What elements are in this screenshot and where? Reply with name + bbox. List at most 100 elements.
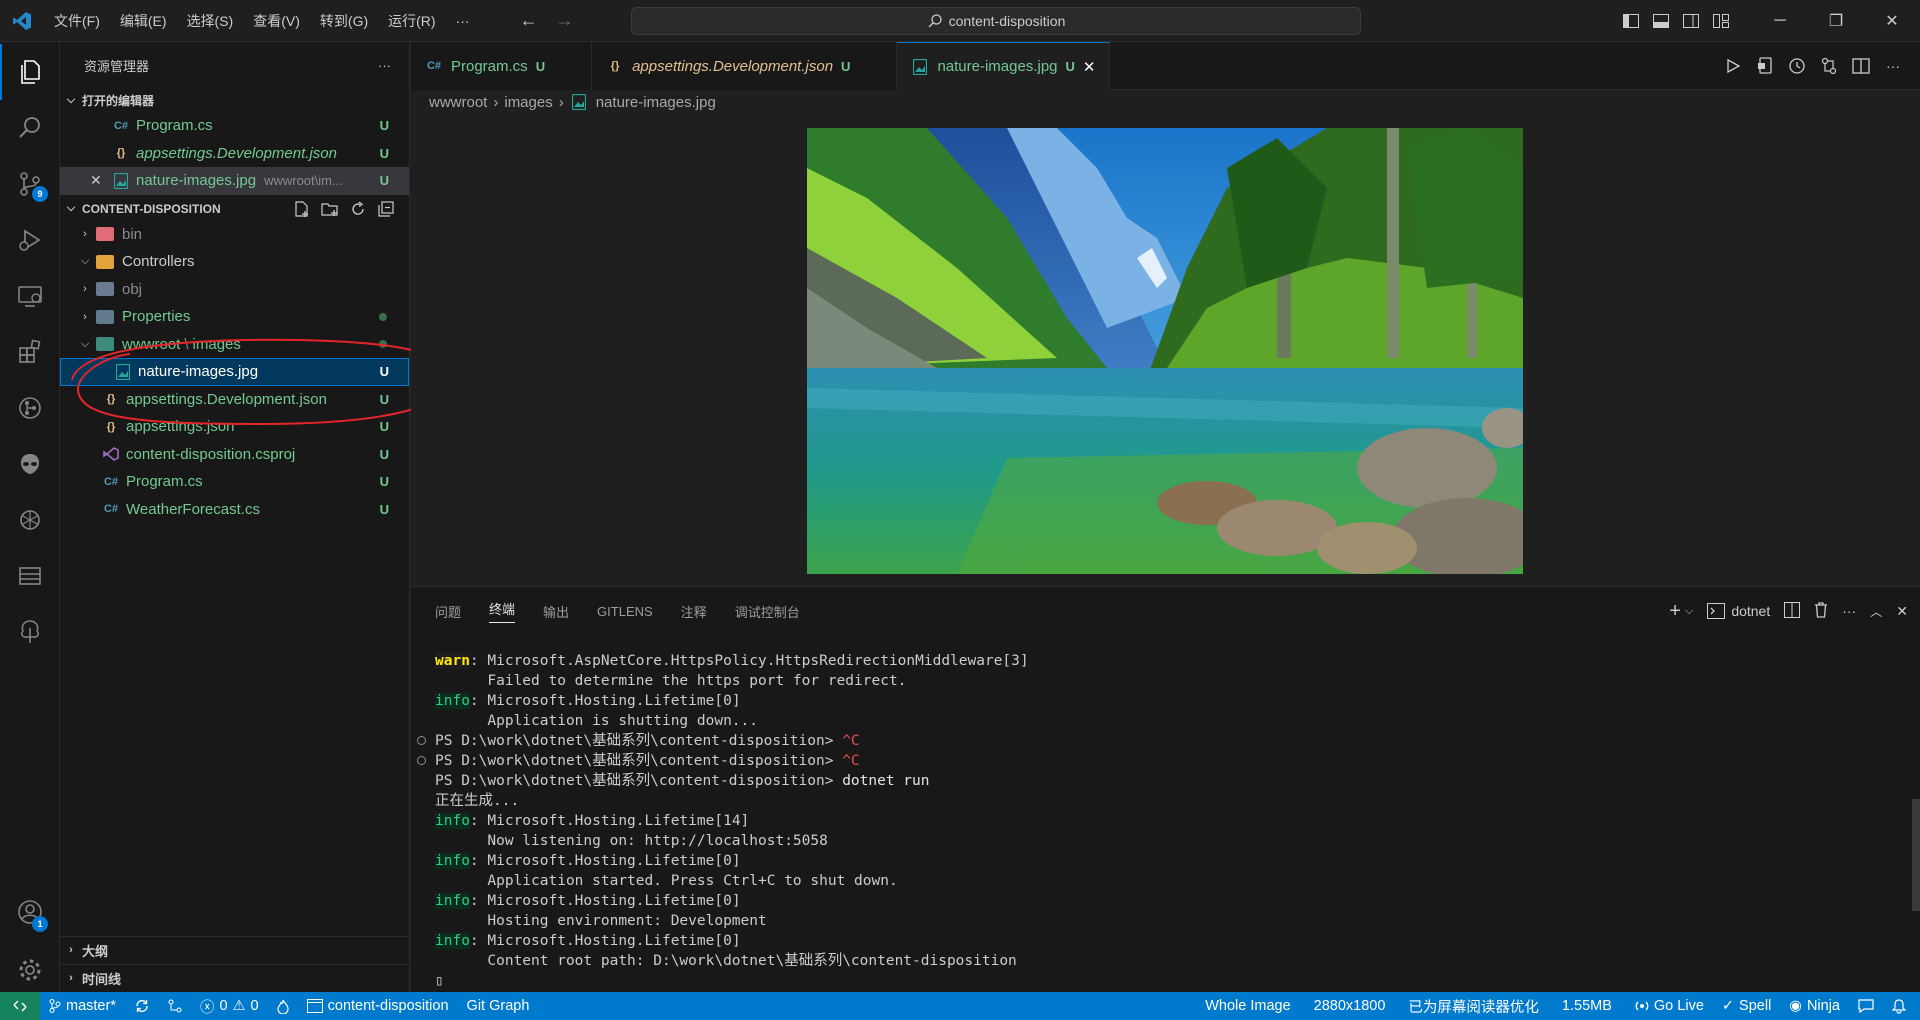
sync-icon[interactable] [125, 992, 159, 1020]
menu-file[interactable]: 文件(F) [44, 0, 110, 42]
run-icon[interactable] [1722, 55, 1744, 77]
compare-changes-icon[interactable] [1818, 55, 1840, 77]
feedback-icon[interactable] [1849, 992, 1883, 1020]
tree-folder-properties[interactable]: › Properties [60, 303, 409, 331]
accounts-icon[interactable]: 1 [0, 884, 60, 940]
tree-folder-obj[interactable]: › obj [60, 276, 409, 304]
toggle-primary-sidebar-icon[interactable] [1616, 0, 1646, 42]
toggle-panel-icon[interactable] [1646, 0, 1676, 42]
ninja-status[interactable]: ◉ Ninja [1780, 992, 1849, 1020]
run-debug-icon[interactable] [0, 212, 60, 268]
remote-explorer-icon[interactable] [0, 268, 60, 324]
minimize-icon[interactable]: ─ [1752, 0, 1808, 42]
open-editor-item[interactable]: {} appsettings.Development.json U [60, 140, 409, 168]
more-actions-icon[interactable]: ··· [378, 58, 391, 73]
tab-appsettings-dev[interactable]: {} appsettings.Development.json U [592, 42, 898, 90]
open-preview-icon[interactable] [1754, 55, 1776, 77]
refresh-icon[interactable] [349, 200, 367, 218]
menu-run[interactable]: 运行(R) [378, 0, 445, 42]
menu-edit[interactable]: 编辑(E) [110, 0, 177, 42]
command-center-search[interactable]: content-disposition [631, 7, 1361, 35]
command-decoration-icon[interactable] [417, 736, 426, 745]
tab-comments[interactable]: 注释 [681, 602, 707, 621]
chevron-down-icon[interactable]: ⌵ [1685, 605, 1693, 618]
forward-arrow-icon[interactable]: → [556, 10, 574, 31]
gitlens-icon[interactable] [0, 380, 60, 436]
breadcrumb-segment[interactable]: images [504, 94, 552, 111]
menu-more[interactable]: ··· [446, 0, 480, 42]
notifications-bell-icon[interactable] [1883, 992, 1920, 1020]
tab-output[interactable]: 输出 [543, 602, 569, 621]
close-panel-icon[interactable]: ✕ [1896, 603, 1908, 620]
command-decoration-icon[interactable] [417, 756, 426, 765]
split-editor-icon[interactable] [1850, 55, 1872, 77]
chevron-right-icon: › [69, 972, 73, 984]
tab-debug-console[interactable]: 调试控制台 [735, 602, 800, 621]
open-editors-header[interactable]: ⌵ 打开的编辑器 [60, 88, 409, 112]
tab-problems[interactable]: 问题 [435, 602, 461, 621]
timeline-section-header[interactable]: › 时间线 [60, 964, 410, 991]
settings-gear-icon[interactable] [0, 942, 60, 998]
open-editor-item-active[interactable]: ✕ nature-images.jpg wwwroot\im... U [60, 167, 409, 195]
remote-indicator-icon[interactable] [0, 992, 40, 1020]
breadcrumb-file[interactable]: nature-images.jpg [596, 94, 716, 111]
nature-image[interactable] [807, 128, 1523, 574]
terminal-scrollbar[interactable] [1912, 799, 1920, 911]
problems-indicator[interactable]: ⓧ 0 ⚠ 0 [191, 992, 268, 1020]
alien-extension-icon[interactable] [0, 436, 60, 492]
tree-folder-bin[interactable]: › bin [60, 221, 409, 249]
tab-terminal[interactable]: 终端 [489, 599, 516, 623]
menu-view[interactable]: 查看(V) [243, 0, 310, 42]
tab-program-cs[interactable]: C# Program.cs U [411, 42, 593, 90]
tree-file-csproj[interactable]: content-disposition.csproj U [60, 441, 409, 469]
close-window-icon[interactable]: ✕ [1864, 0, 1920, 42]
search-view-icon[interactable] [0, 100, 60, 156]
untracked-badge: U [379, 474, 389, 490]
customize-layout-icon[interactable] [1706, 0, 1736, 42]
source-control-icon[interactable]: 9 [0, 156, 60, 212]
collapse-all-icon[interactable] [377, 200, 395, 218]
outline-section-header[interactable]: › 大纲 [60, 936, 410, 963]
workspace-folder[interactable]: content-disposition [298, 992, 458, 1020]
maximize-panel-icon[interactable]: ︿ [1870, 603, 1882, 620]
open-editor-item[interactable]: C# Program.cs U [60, 112, 409, 140]
git-graph-status-icon[interactable] [159, 992, 191, 1020]
new-folder-icon[interactable] [321, 200, 339, 218]
spell-check[interactable]: ✓ Spell [1713, 992, 1780, 1020]
close-editor-icon[interactable]: ✕ [90, 172, 112, 189]
branch-indicator[interactable]: master* [40, 992, 125, 1020]
tree-folder-controllers[interactable]: ⌵ Controllers [60, 248, 409, 276]
tab-gitlens[interactable]: GITLENS [597, 604, 653, 619]
git-graph-button[interactable]: Git Graph [458, 992, 539, 1020]
tab-nature-images[interactable]: nature-images.jpg U ✕ [897, 42, 1111, 90]
flame-icon[interactable] [268, 992, 298, 1020]
menu-go[interactable]: 转到(G) [310, 0, 378, 42]
new-terminal-icon[interactable]: + [1669, 600, 1681, 623]
new-file-icon[interactable] [293, 200, 311, 218]
project-header[interactable]: ⌵ CONTENT-DISPOSITION [60, 197, 409, 221]
screen-reader-mode[interactable]: 已为屏幕阅读器优化 [1399, 992, 1553, 1020]
terminal-instance[interactable]: dotnet [1707, 603, 1770, 619]
maximize-icon[interactable]: ❐ [1808, 0, 1864, 42]
menu-selection[interactable]: 选择(S) [177, 0, 244, 42]
tree-extension-icon[interactable] [0, 604, 60, 660]
extensions-icon[interactable] [0, 324, 60, 380]
ninja-icon: ◉ [1789, 998, 1802, 1014]
timeline-history-icon[interactable] [1786, 55, 1808, 77]
breadcrumb-segment[interactable]: wwwroot [429, 94, 487, 111]
tree-file-weatherforecast[interactable]: C# WeatherForecast.cs U [60, 496, 409, 524]
terminal-output[interactable]: warn: Microsoft.AspNetCore.HttpsPolicy.H… [417, 651, 1029, 991]
tree-file-program[interactable]: C# Program.cs U [60, 468, 409, 496]
go-live-button[interactable]: Go Live [1626, 992, 1713, 1020]
explorer-icon[interactable] [0, 44, 60, 100]
toggle-secondary-sidebar-icon[interactable] [1676, 0, 1706, 42]
openai-icon[interactable] [0, 492, 60, 548]
more-actions-icon[interactable]: ··· [1842, 603, 1856, 619]
split-terminal-icon[interactable] [1784, 601, 1801, 621]
zoom-whole-image[interactable]: Whole Image [1196, 992, 1304, 1020]
close-tab-icon[interactable]: ✕ [1083, 58, 1096, 76]
more-actions-icon[interactable]: ··· [1882, 55, 1904, 77]
back-arrow-icon[interactable]: ← [520, 10, 538, 31]
trash-icon[interactable] [1814, 601, 1828, 621]
remote-terminal-icon[interactable] [0, 548, 60, 604]
